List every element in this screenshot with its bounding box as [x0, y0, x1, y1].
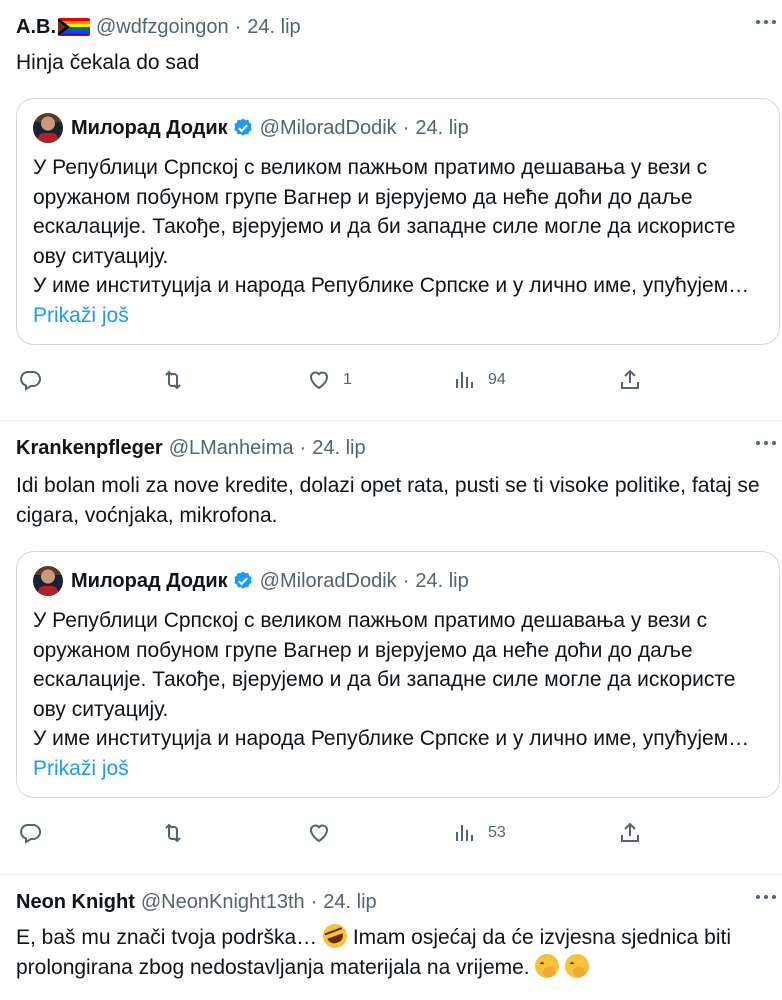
reply-button[interactable] — [18, 368, 161, 392]
rofl-emoji — [319, 920, 351, 952]
views-count: 53 — [488, 824, 506, 841]
tweet-header: Neon Knight @NeonKnight13th · 24. lip — [16, 889, 766, 915]
tweet-actions: 1 94 — [16, 349, 766, 411]
like-button[interactable] — [307, 821, 452, 845]
author-handle[interactable]: @LManheima — [169, 435, 294, 461]
views-button[interactable]: 53 — [452, 821, 618, 845]
tweet-text: Idi bolan moli za nove kredite, dolazi o… — [16, 474, 760, 527]
views-button[interactable]: 94 — [452, 368, 618, 392]
tweet-text: Hinja čekala do sad — [16, 51, 200, 74]
avatar[interactable] — [33, 113, 63, 143]
more-icon[interactable] — [756, 895, 776, 899]
quote-author-name[interactable]: Милорад Додик — [71, 115, 228, 141]
share-icon — [621, 369, 639, 389]
author-name[interactable]: Neon Knight — [16, 889, 135, 915]
more-icon[interactable] — [756, 20, 776, 24]
reply-icon — [20, 824, 41, 844]
quote-author-handle[interactable]: @MiloradDodik — [260, 568, 397, 594]
show-more-link[interactable]: Prikaži još — [33, 757, 129, 780]
retweet-icon — [165, 370, 181, 390]
quote-text: У Републици Српској с великом пажњом пра… — [33, 606, 763, 783]
author-handle[interactable]: @wdfzgoingon — [96, 14, 229, 40]
tweet-date[interactable]: 24. lip — [312, 435, 365, 461]
like-icon — [309, 824, 329, 843]
avatar[interactable] — [33, 566, 63, 596]
views-icon — [456, 825, 473, 841]
share-icon — [621, 822, 639, 842]
like-icon — [309, 371, 329, 390]
quote-text: У Републици Српској с великом пажњом пра… — [33, 153, 763, 330]
separator-dot: · — [299, 437, 307, 459]
quote-author-handle[interactable]: @MiloradDodik — [260, 115, 397, 141]
like-count: 1 — [343, 371, 352, 388]
reply-icon — [20, 371, 41, 391]
like-button[interactable]: 1 — [307, 368, 452, 392]
quote-paragraph-1: У Републици Српској с великом пажњом пра… — [33, 156, 736, 268]
quote-paragraph-1: У Републици Српској с великом пажњом пра… — [33, 609, 736, 721]
tweet[interactable]: Krankenpfleger @LManheima · 24. lip Idi … — [0, 421, 782, 875]
share-button[interactable] — [618, 821, 642, 845]
reply-button[interactable] — [18, 821, 161, 845]
quote-header: Милорад Додик @MiloradDodik · 24. lip — [33, 113, 763, 143]
verified-icon — [233, 118, 252, 136]
tweet-header: Krankenpfleger @LManheima · 24. lip — [16, 435, 766, 461]
author-name[interactable]: Krankenpfleger — [16, 435, 163, 461]
tweet-text: E, baš mu znači tvoja podrška… Imam osje… — [16, 920, 766, 983]
quoted-tweet[interactable]: Милорад Додик @MiloradDodik · 24. lip У … — [16, 98, 780, 345]
tweet-date[interactable]: 24. lip — [323, 889, 376, 915]
separator-dot: · — [402, 117, 410, 139]
tweet[interactable]: Neon Knight @NeonKnight13th · 24. lip E,… — [0, 875, 782, 983]
more-icon[interactable] — [756, 441, 776, 445]
tweet[interactable]: A.B. @wdfzgoingon · 24. lip Hinja čekala… — [0, 0, 782, 421]
flag-icon — [58, 18, 90, 36]
verified-icon — [233, 571, 252, 589]
show-more-link[interactable]: Prikaži još — [33, 304, 129, 327]
quote-date[interactable]: 24. lip — [415, 115, 468, 141]
quote-date[interactable]: 24. lip — [415, 568, 468, 594]
tweet-actions: 53 — [16, 802, 766, 864]
author-handle[interactable]: @NeonKnight13th — [141, 889, 305, 915]
retweet-button[interactable] — [161, 821, 307, 845]
quote-author-name[interactable]: Милорад Додик — [71, 568, 228, 594]
views-count: 94 — [488, 371, 506, 388]
tweet-header: A.B. @wdfzgoingon · 24. lip — [16, 14, 766, 40]
retweet-button[interactable] — [161, 368, 307, 392]
separator-dot: · — [310, 891, 318, 913]
share-button[interactable] — [618, 368, 642, 392]
views-icon — [456, 372, 473, 388]
separator-dot: · — [234, 16, 242, 38]
tweet-date[interactable]: 24. lip — [247, 14, 300, 40]
tweet-text-part-1: E, baš mu znači tvoja podrška… — [16, 926, 318, 949]
quote-paragraph-2: У име институција и народа Републике Срп… — [33, 727, 750, 750]
author-name[interactable]: A.B. — [16, 14, 56, 40]
retweet-icon — [165, 823, 181, 843]
quoted-tweet[interactable]: Милорад Додик @MiloradDodik · 24. lip У … — [16, 551, 780, 798]
quote-paragraph-2: У име институција и народа Републике Срп… — [33, 274, 750, 297]
separator-dot: · — [402, 570, 410, 592]
shush-emoji — [535, 954, 560, 978]
shush-emoji — [565, 954, 590, 978]
quote-header: Милорад Додик @MiloradDodik · 24. lip — [33, 566, 763, 596]
